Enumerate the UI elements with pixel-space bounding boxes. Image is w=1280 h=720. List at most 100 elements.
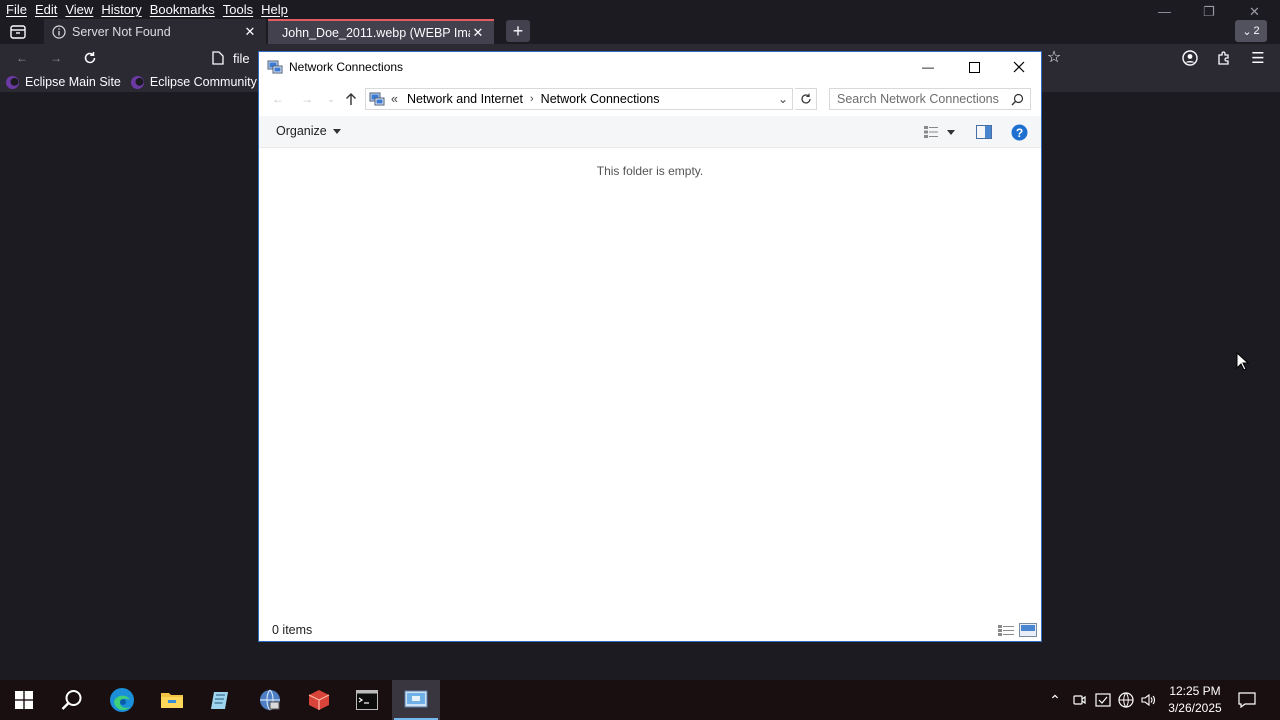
- refresh-button[interactable]: [795, 88, 817, 110]
- menu-bookmarks[interactable]: Bookmarks: [146, 0, 219, 20]
- app-menu-button[interactable]: ☰: [1247, 48, 1269, 68]
- clock-date: 3/26/2025: [1168, 701, 1222, 715]
- speaker-icon: [1141, 693, 1156, 707]
- breadcrumb-network-and-internet[interactable]: Network and Internet: [407, 92, 523, 106]
- address-bar[interactable]: « Network and Internet › Network Connect…: [365, 88, 793, 110]
- menu-file[interactable]: File: [2, 0, 31, 20]
- forward-button[interactable]: →: [296, 89, 318, 109]
- chevron-down-icon[interactable]: ⌄: [778, 92, 788, 106]
- browser-minimize-icon[interactable]: —: [1158, 4, 1171, 19]
- change-view-button[interactable]: [919, 123, 959, 141]
- tab-close-icon[interactable]: ✕: [242, 24, 258, 40]
- windows-start-icon: [15, 691, 33, 709]
- help-button[interactable]: ?: [1010, 123, 1028, 141]
- bookmark-eclipse-community[interactable]: Eclipse Community: [130, 75, 257, 89]
- tray-action-icon[interactable]: [1093, 680, 1113, 720]
- recent-locations-button[interactable]: ⌄: [320, 89, 342, 109]
- caret-down-icon: [332, 128, 341, 134]
- menu-bar: File Edit View History Bookmarks Tools H…: [0, 0, 292, 20]
- organize-label: Organize: [276, 124, 327, 138]
- view-details-icon: [924, 126, 938, 138]
- menu-view[interactable]: View: [61, 0, 97, 20]
- taskbar-edge-button[interactable]: [98, 680, 146, 720]
- back-button[interactable]: ←: [11, 48, 33, 68]
- start-button[interactable]: [0, 680, 48, 720]
- menu-help[interactable]: Help: [257, 0, 292, 20]
- preview-pane-icon: [976, 125, 992, 139]
- arrow-right-icon: →: [301, 92, 313, 106]
- file-list-area[interactable]: This folder is empty.: [259, 148, 1041, 618]
- maximize-button[interactable]: [951, 52, 997, 82]
- notification-center-button[interactable]: [1236, 680, 1258, 720]
- taskbar-clock[interactable]: 12:25 PM 3/26/2025: [1160, 683, 1230, 717]
- item-count: 0 items: [272, 623, 313, 637]
- close-button[interactable]: [996, 52, 1042, 82]
- network-connections-icon: [369, 92, 385, 106]
- eclipse-icon: [130, 75, 144, 89]
- reload-button[interactable]: [79, 48, 101, 68]
- firefox-view-button[interactable]: [6, 21, 30, 43]
- bookmark-eclipse-main-site[interactable]: Eclipse Main Site: [6, 75, 121, 89]
- tab-server-not-found[interactable]: Server Not Found ✕: [44, 19, 266, 45]
- reload-icon: [84, 52, 96, 64]
- taskbar-terminal-button[interactable]: [343, 680, 391, 720]
- tab-title: John_Doe_2011.webp (WEBP Image,: [282, 26, 470, 40]
- puzzle-icon: [1218, 51, 1229, 65]
- list-all-tabs-button[interactable]: ⌄ 2: [1235, 20, 1267, 42]
- arrow-left-icon: ←: [272, 92, 284, 106]
- breadcrumb-overflow[interactable]: «: [391, 92, 398, 106]
- search-placeholder: Search Network Connections: [837, 92, 999, 106]
- menu-edit[interactable]: Edit: [31, 0, 61, 20]
- tray-volume-icon[interactable]: [1139, 680, 1159, 720]
- arrow-up-icon: [346, 93, 356, 105]
- taskbar-file-explorer-button[interactable]: [148, 680, 196, 720]
- forward-button[interactable]: →: [45, 48, 67, 68]
- taskbar-network-connections-button[interactable]: [392, 680, 440, 720]
- menu-history[interactable]: History: [97, 0, 145, 20]
- preview-pane-button[interactable]: [973, 123, 995, 141]
- svg-text:?: ?: [1015, 126, 1022, 140]
- extensions-button[interactable]: [1213, 48, 1235, 68]
- tray-network-icon[interactable]: [1116, 680, 1136, 720]
- hamburger-icon: ☰: [1251, 50, 1265, 67]
- taskbar-search-button[interactable]: [48, 680, 96, 720]
- network-connections-icon: [404, 690, 428, 708]
- refresh-icon: [800, 93, 811, 104]
- arrow-left-icon: ←: [16, 51, 28, 65]
- arrow-right-icon: →: [50, 51, 62, 65]
- chevron-right-icon[interactable]: ›: [530, 93, 534, 105]
- url-bar[interactable]: file: [212, 47, 260, 69]
- menu-tools[interactable]: Tools: [219, 0, 257, 20]
- chevron-up-icon: ⌃: [1049, 691, 1061, 708]
- terminal-icon: [356, 690, 378, 710]
- back-button[interactable]: ←: [267, 89, 289, 109]
- tab-webp-image[interactable]: John_Doe_2011.webp (WEBP Image, ✕: [268, 19, 494, 45]
- minimize-button[interactable]: —: [905, 52, 951, 82]
- up-button[interactable]: [340, 89, 362, 109]
- tray-meet-now-icon[interactable]: [1070, 680, 1088, 720]
- search-icon: [61, 690, 82, 710]
- page-icon: [212, 51, 224, 65]
- show-hidden-icons-button[interactable]: ⌃: [1045, 680, 1065, 720]
- bookmark-label: Eclipse Main Site: [25, 75, 121, 89]
- organize-button[interactable]: Organize: [276, 124, 341, 138]
- notepad-icon: [211, 692, 228, 709]
- bookmark-star-button[interactable]: ☆: [1043, 47, 1065, 67]
- tab-close-icon[interactable]: ✕: [470, 25, 486, 41]
- minimize-icon: —: [922, 60, 934, 74]
- details-view-icon[interactable]: [997, 623, 1015, 637]
- taskbar: ⌃ 12:25 PM 3/26/2025: [0, 680, 1280, 720]
- search-input[interactable]: Search Network Connections: [829, 88, 1031, 110]
- large-icons-view-icon[interactable]: [1019, 623, 1037, 637]
- network-connections-icon: [267, 60, 283, 74]
- taskbar-notepad-button[interactable]: [196, 680, 244, 720]
- status-bar: 0 items: [259, 618, 1041, 642]
- network-connections-window: Network Connections — ← → ⌄ « Network an…: [258, 51, 1042, 642]
- taskbar-network-globe-button[interactable]: [246, 680, 294, 720]
- search-icon: [1011, 93, 1024, 106]
- new-tab-button[interactable]: +: [506, 20, 530, 42]
- breadcrumb-network-connections[interactable]: Network Connections: [541, 92, 660, 106]
- taskbar-red-app-button[interactable]: [295, 680, 343, 720]
- account-button[interactable]: [1179, 48, 1201, 68]
- window-titlebar[interactable]: Network Connections —: [259, 52, 1041, 82]
